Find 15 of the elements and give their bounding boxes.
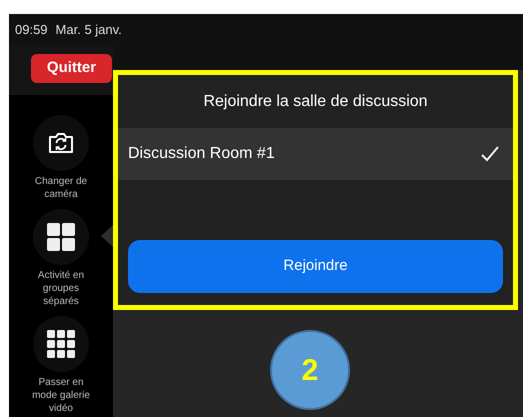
sidebar-label: Passer en mode galerie vidéo bbox=[31, 376, 91, 415]
room-name: Discussion Room #1 bbox=[128, 144, 275, 164]
date-text: Mar. 5 janv. bbox=[56, 20, 122, 39]
clock-time: 09:59 bbox=[15, 20, 48, 39]
dialog-title: Rejoindre la salle de discussion bbox=[202, 92, 429, 112]
room-row[interactable]: Discussion Room #1 bbox=[118, 128, 513, 180]
camera-switch-icon bbox=[48, 132, 74, 154]
sidebar-label: Changer de caméra bbox=[34, 175, 88, 201]
nine-squares-icon bbox=[47, 330, 75, 358]
join-button[interactable]: Rejoindre bbox=[128, 240, 503, 293]
four-squares-icon bbox=[47, 223, 75, 251]
check-icon bbox=[481, 146, 499, 162]
sidebar-label: Activité en groupes séparés bbox=[36, 269, 86, 308]
step-badge: 2 bbox=[270, 330, 350, 410]
quit-button[interactable]: Quitter bbox=[31, 54, 112, 83]
